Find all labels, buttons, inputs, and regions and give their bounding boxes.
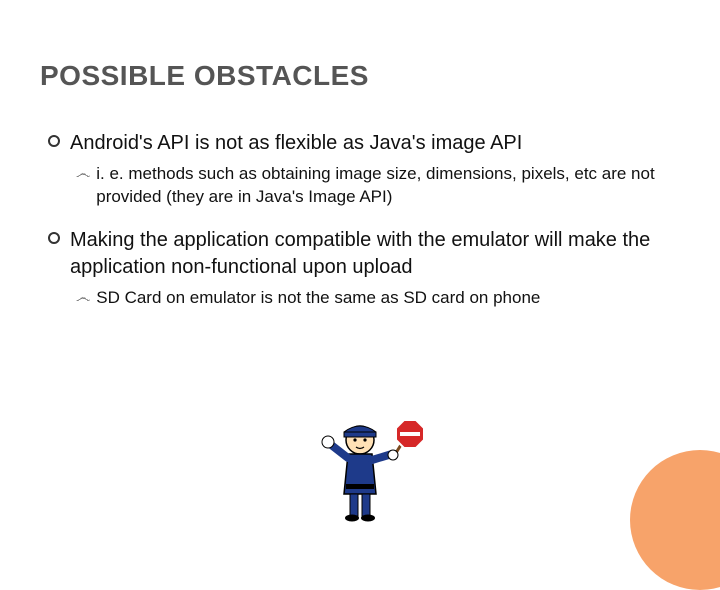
bullet-item: Making the application compatible with t…	[48, 227, 660, 281]
sub-bullet-text: i. e. methods such as obtaining image si…	[96, 163, 660, 209]
swirl-bullet-icon: ෴	[76, 165, 90, 182]
circle-bullet-icon	[48, 232, 60, 244]
sub-bullet-text: SD Card on emulator is not the same as S…	[96, 287, 540, 310]
bullet-text: Android's API is not as flexible as Java…	[70, 130, 522, 157]
swirl-bullet-icon: ෴	[76, 289, 90, 306]
bullet-item: Android's API is not as flexible as Java…	[48, 130, 660, 157]
content-area: Android's API is not as flexible as Java…	[48, 130, 660, 328]
decorative-circle	[630, 450, 720, 590]
slide-title: POSSIBLE OBSTACLES	[40, 60, 369, 92]
sub-bullet-item: ෴ i. e. methods such as obtaining image …	[76, 163, 660, 209]
circle-bullet-icon	[48, 135, 60, 147]
bullet-text: Making the application compatible with t…	[70, 227, 660, 281]
sub-bullet-item: ෴ SD Card on emulator is not the same as…	[76, 287, 660, 310]
policeman-stop-illustration	[300, 414, 440, 524]
